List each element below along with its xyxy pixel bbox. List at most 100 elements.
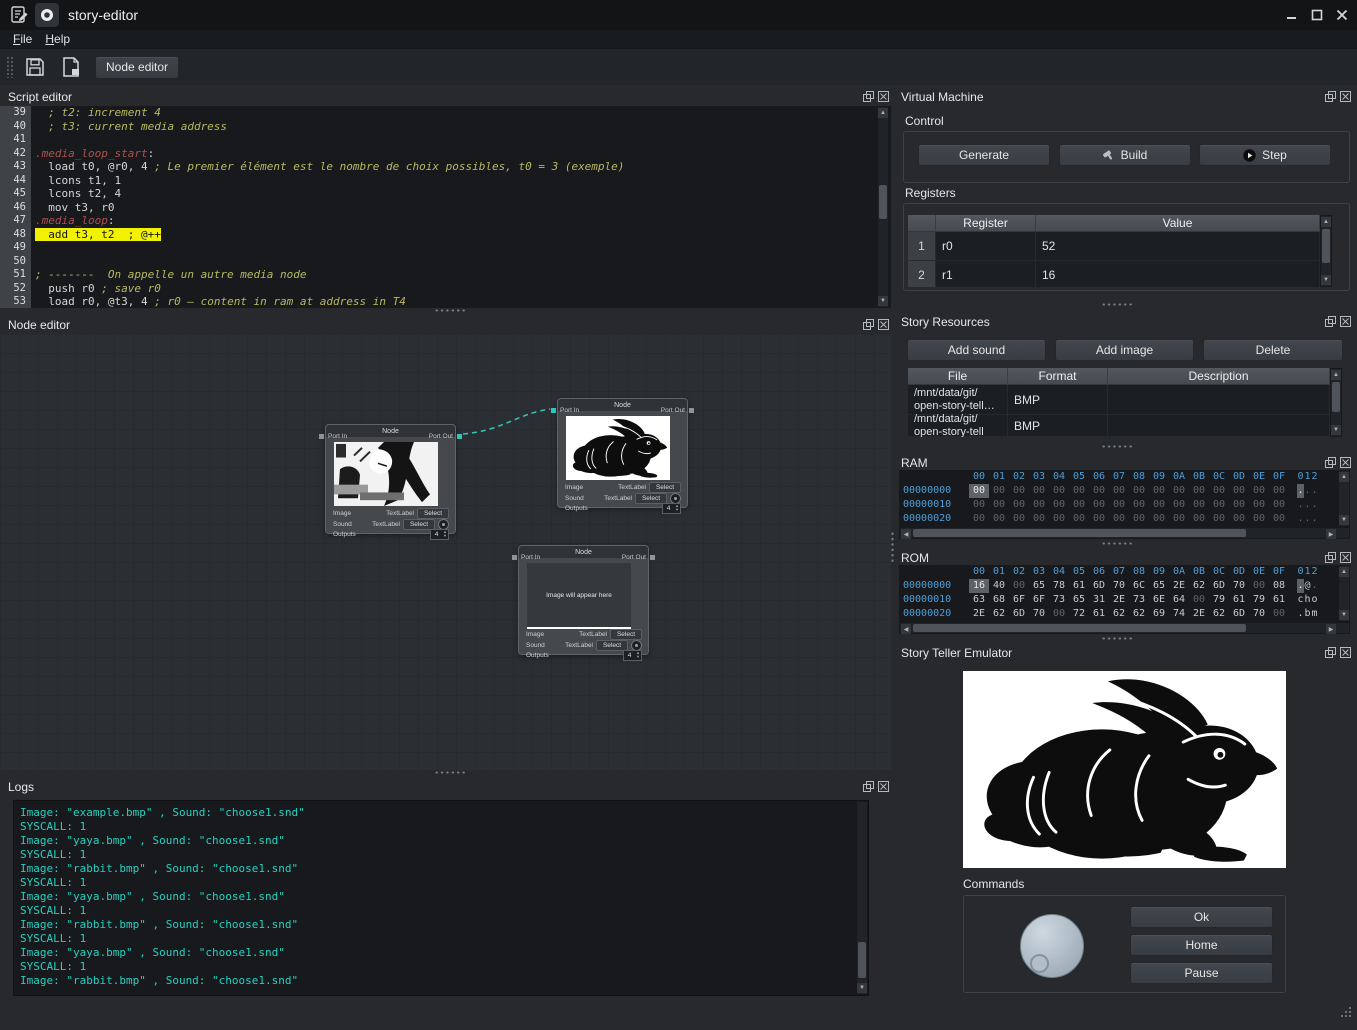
delete-button[interactable]: Delete <box>1203 339 1343 361</box>
port-out[interactable] <box>689 408 694 413</box>
vm-title: Virtual Machine <box>901 90 984 104</box>
format-cell[interactable]: BMP <box>1008 385 1108 415</box>
format-column-header[interactable]: Format <box>1008 368 1108 385</box>
registers-vertical-scrollbar[interactable]: ▲ ▼ <box>1320 215 1332 287</box>
log-output[interactable]: Image: "example.bmp" , Sound: "choose1.s… <box>13 800 869 996</box>
register-value-cell[interactable]: 52 <box>1036 232 1320 261</box>
float-panel-icon[interactable] <box>862 91 874 103</box>
ram-horizontal-scrollbar[interactable]: ◀ ▶ <box>899 527 1350 539</box>
node-graph-canvas[interactable]: NodePort InPort OutImageTextLabelSelectS… <box>0 334 891 770</box>
outputs-spinner[interactable]: 4▲▼ <box>430 529 449 540</box>
register-value-cell[interactable]: 16 <box>1036 261 1320 287</box>
file-column-header[interactable]: File <box>908 368 1008 385</box>
horizontal-splitter[interactable] <box>1101 541 1133 547</box>
window-title: story-editor <box>68 7 138 23</box>
close-panel-icon[interactable] <box>877 781 889 793</box>
new-document-button[interactable] <box>57 53 85 81</box>
save-button[interactable] <box>21 53 49 81</box>
log-entry: SYSCALL: 1 <box>20 876 868 890</box>
add-image-button[interactable]: Add image <box>1055 339 1194 361</box>
generate-button[interactable]: Generate <box>918 144 1050 166</box>
add-sound-button[interactable]: Add sound <box>907 339 1046 361</box>
float-panel-icon[interactable] <box>1324 316 1336 328</box>
graph-node[interactable]: NodePort InPort OutImageTextLabelSelectS… <box>325 424 456 534</box>
close-panel-icon[interactable] <box>1339 457 1351 469</box>
graph-node[interactable]: NodePort InPort OutImage will appear her… <box>518 545 649 655</box>
minimize-button[interactable] <box>1281 5 1303 25</box>
file-cell[interactable]: /mnt/data/git/open-story-tell… <box>908 385 1008 415</box>
float-panel-icon[interactable] <box>1324 647 1336 659</box>
horizontal-splitter[interactable] <box>1101 636 1133 642</box>
select-button[interactable]: Select <box>417 508 449 519</box>
float-panel-icon[interactable] <box>1324 91 1336 103</box>
jog-wheel-knob[interactable] <box>1020 914 1084 978</box>
register-row[interactable]: 1r052 <box>908 232 1320 261</box>
horizontal-splitter[interactable] <box>434 770 466 776</box>
rom-hex-grid[interactable]: 000102030405060708090A0B0C0D0E0F01200000… <box>899 565 1338 622</box>
hex-row: 0000001063686F6F7365312E736E640079617961… <box>899 593 1338 607</box>
horizontal-splitter[interactable] <box>1101 444 1133 450</box>
description-cell[interactable] <box>1108 385 1330 415</box>
ok-button[interactable]: Ok <box>1130 906 1273 928</box>
close-panel-icon[interactable] <box>877 91 889 103</box>
horizontal-splitter[interactable] <box>1101 302 1133 308</box>
toolbar-drag-handle[interactable] <box>6 56 13 78</box>
register-row[interactable]: 2r116 <box>908 261 1320 287</box>
text-label: TextLabel <box>604 495 632 502</box>
float-panel-icon[interactable] <box>1324 457 1336 469</box>
pause-button[interactable]: Pause <box>1130 962 1273 984</box>
select-button[interactable]: Select <box>610 629 642 640</box>
ram-vertical-scrollbar[interactable]: ▲ ▼ <box>1338 470 1350 527</box>
close-panel-icon[interactable] <box>877 319 889 331</box>
select-button[interactable]: Select <box>649 482 681 493</box>
rom-horizontal-scrollbar[interactable]: ◀ ▶ <box>899 622 1350 634</box>
port-in[interactable] <box>551 408 556 413</box>
horizontal-splitter[interactable] <box>434 308 466 314</box>
logs-vertical-scrollbar[interactable]: ▼ <box>856 801 868 995</box>
menu-help[interactable]: Help <box>45 32 70 46</box>
maximize-button[interactable] <box>1306 5 1328 25</box>
description-column-header[interactable]: Description <box>1108 368 1330 385</box>
register-name-cell[interactable]: r1 <box>936 261 1036 287</box>
register-column-header[interactable]: Register <box>936 215 1036 232</box>
float-panel-icon[interactable] <box>862 319 874 331</box>
resource-row[interactable]: /mnt/data/git/open-story-tellBMP <box>908 415 1330 437</box>
vertical-splitter[interactable] <box>890 531 896 563</box>
float-panel-icon[interactable] <box>1324 552 1336 564</box>
resources-vertical-scrollbar[interactable]: ▲ ▼ <box>1330 368 1342 437</box>
close-panel-icon[interactable] <box>1339 552 1351 564</box>
hex-row: 0000000000000000000000000000000000000000… <box>899 484 1338 498</box>
log-entry: SYSCALL: 1 <box>20 820 868 834</box>
rom-title: ROM <box>901 551 929 565</box>
format-cell[interactable]: BMP <box>1008 415 1108 437</box>
code-line: 51; ------- On appelle un autre media no… <box>0 268 891 282</box>
description-cell[interactable] <box>1108 415 1330 437</box>
float-panel-icon[interactable] <box>862 781 874 793</box>
node-row-label: Outputs <box>526 652 549 659</box>
home-button[interactable]: Home <box>1130 934 1273 956</box>
close-button[interactable] <box>1331 5 1353 25</box>
port-in[interactable] <box>319 434 324 439</box>
port-out[interactable] <box>457 434 462 439</box>
outputs-spinner[interactable]: 4▲▼ <box>623 650 642 661</box>
close-panel-icon[interactable] <box>1339 316 1351 328</box>
port-in[interactable] <box>512 555 517 560</box>
port-out[interactable] <box>650 555 655 560</box>
graph-node[interactable]: NodePort InPort OutImageTextLabelSelectS… <box>557 398 688 508</box>
script-code-editor[interactable]: 39 ; t2: increment 440 ; t3: current med… <box>0 106 891 308</box>
close-panel-icon[interactable] <box>1339 91 1351 103</box>
window-resize-grip[interactable] <box>1338 1005 1352 1024</box>
build-button[interactable]: Build <box>1059 144 1191 166</box>
close-panel-icon[interactable] <box>1339 647 1351 659</box>
resource-row[interactable]: /mnt/data/git/open-story-tell…BMP <box>908 385 1330 415</box>
register-name-cell[interactable]: r0 <box>936 232 1036 261</box>
outputs-spinner[interactable]: 4▲▼ <box>662 503 681 514</box>
step-button[interactable]: Step <box>1199 144 1331 166</box>
file-cell[interactable]: /mnt/data/git/open-story-tell <box>908 415 1008 437</box>
node-editor-toggle-button[interactable]: Node editor <box>95 56 179 79</box>
rom-vertical-scrollbar[interactable]: ▲ ▼ <box>1338 565 1350 622</box>
value-column-header[interactable]: Value <box>1036 215 1320 232</box>
ram-hex-grid[interactable]: 000102030405060708090A0B0C0D0E0F01200000… <box>899 470 1338 527</box>
menu-file[interactable]: File <box>13 32 32 46</box>
script-editor-vertical-scrollbar[interactable]: ▲ ▼ <box>877 106 889 308</box>
